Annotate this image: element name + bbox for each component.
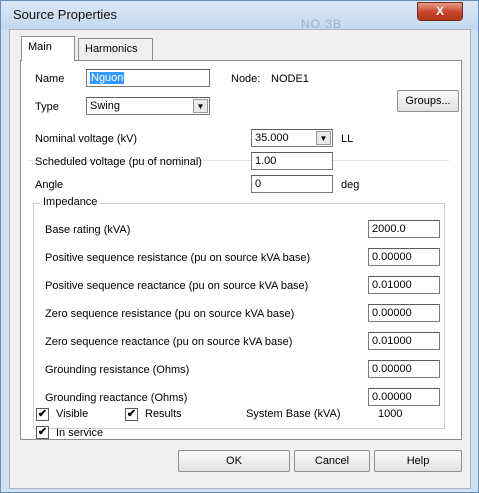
grounding-resistance-label: Grounding resistance (Ohms) (45, 364, 190, 376)
positive-resistance-label: Positive sequence resistance (pu on sour… (45, 252, 311, 264)
positive-reactance-label: Positive sequence reactance (pu on sourc… (45, 280, 309, 292)
visible-checkbox[interactable]: ✔ (36, 408, 49, 421)
node-value: NODE1 (271, 73, 309, 85)
name-field[interactable]: Nguon (86, 69, 210, 87)
type-select[interactable]: Swing ▼ (86, 97, 210, 115)
grounding-reactance-field[interactable]: 0.00000 (368, 388, 440, 406)
nominal-voltage-select[interactable]: 35.000 ▼ (251, 129, 333, 147)
in-service-checkbox[interactable]: ✔ (36, 426, 49, 439)
nominal-voltage-value: 35.000 (255, 132, 289, 144)
dialog-client: Main Harmonics Name Nguon Node: NODE1 Gr… (9, 29, 471, 489)
window-title: Source Properties (13, 7, 118, 22)
type-value: Swing (90, 100, 120, 112)
main-tab-panel: Name Nguon Node: NODE1 Groups... Type Sw… (20, 60, 462, 440)
name-label: Name (35, 73, 65, 85)
groups-button[interactable]: Groups... (397, 90, 459, 112)
scheduled-voltage-field[interactable]: 1.00 (251, 152, 333, 170)
tab-main[interactable]: Main (21, 36, 75, 61)
zero-resistance-field[interactable]: 0.00000 (368, 304, 440, 322)
zero-reactance-field[interactable]: 0.01000 (368, 332, 440, 350)
positive-resistance-field[interactable]: 0.00000 (368, 248, 440, 266)
base-rating-label: Base rating (kVA) (45, 224, 131, 236)
ok-button[interactable]: OK (178, 450, 290, 472)
visible-label: Visible (56, 408, 89, 420)
results-label: Results (145, 408, 182, 420)
system-base-label: System Base (kVA) (246, 408, 341, 420)
type-label: Type (35, 101, 59, 113)
zero-resistance-label: Zero sequence resistance (pu on source k… (45, 308, 295, 320)
nominal-voltage-label: Nominal voltage (kV) (35, 133, 138, 145)
system-base-value: 1000 (378, 408, 403, 420)
angle-label: Angle (35, 179, 64, 191)
help-button[interactable]: Help (374, 450, 462, 472)
angle-field[interactable]: 0 (251, 175, 333, 193)
nominal-voltage-unit: LL (341, 133, 354, 145)
close-button[interactable]: X (417, 2, 463, 21)
tab-harmonics[interactable]: Harmonics (78, 38, 153, 60)
impedance-group-title: Impedance (40, 196, 101, 208)
positive-reactance-field[interactable]: 0.01000 (368, 276, 440, 294)
grounding-resistance-field[interactable]: 0.00000 (368, 360, 440, 378)
in-service-label: In service (56, 427, 104, 439)
results-checkbox[interactable]: ✔ (125, 408, 138, 421)
scheduled-voltage-label: Scheduled voltage (pu of nominal) (35, 156, 202, 168)
node-label: Node: (231, 73, 261, 85)
title-bar[interactable]: Source Properties NO 3B X (1, 1, 478, 31)
angle-unit: deg (341, 179, 360, 191)
source-properties-window: Source Properties NO 3B X Main Harmonics… (0, 0, 479, 493)
cancel-button[interactable]: Cancel (294, 450, 370, 472)
chevron-down-icon[interactable]: ▼ (193, 99, 208, 113)
chevron-down-icon[interactable]: ▼ (316, 131, 331, 145)
zero-reactance-label: Zero sequence reactance (pu on source kV… (45, 336, 293, 348)
name-value: Nguon (90, 72, 125, 84)
grounding-reactance-label: Grounding reactance (Ohms) (45, 392, 188, 404)
base-rating-field[interactable]: 2000.0 (368, 220, 440, 238)
impedance-group: Impedance Base rating (kVA) 2000.0 Posit… (33, 196, 445, 429)
